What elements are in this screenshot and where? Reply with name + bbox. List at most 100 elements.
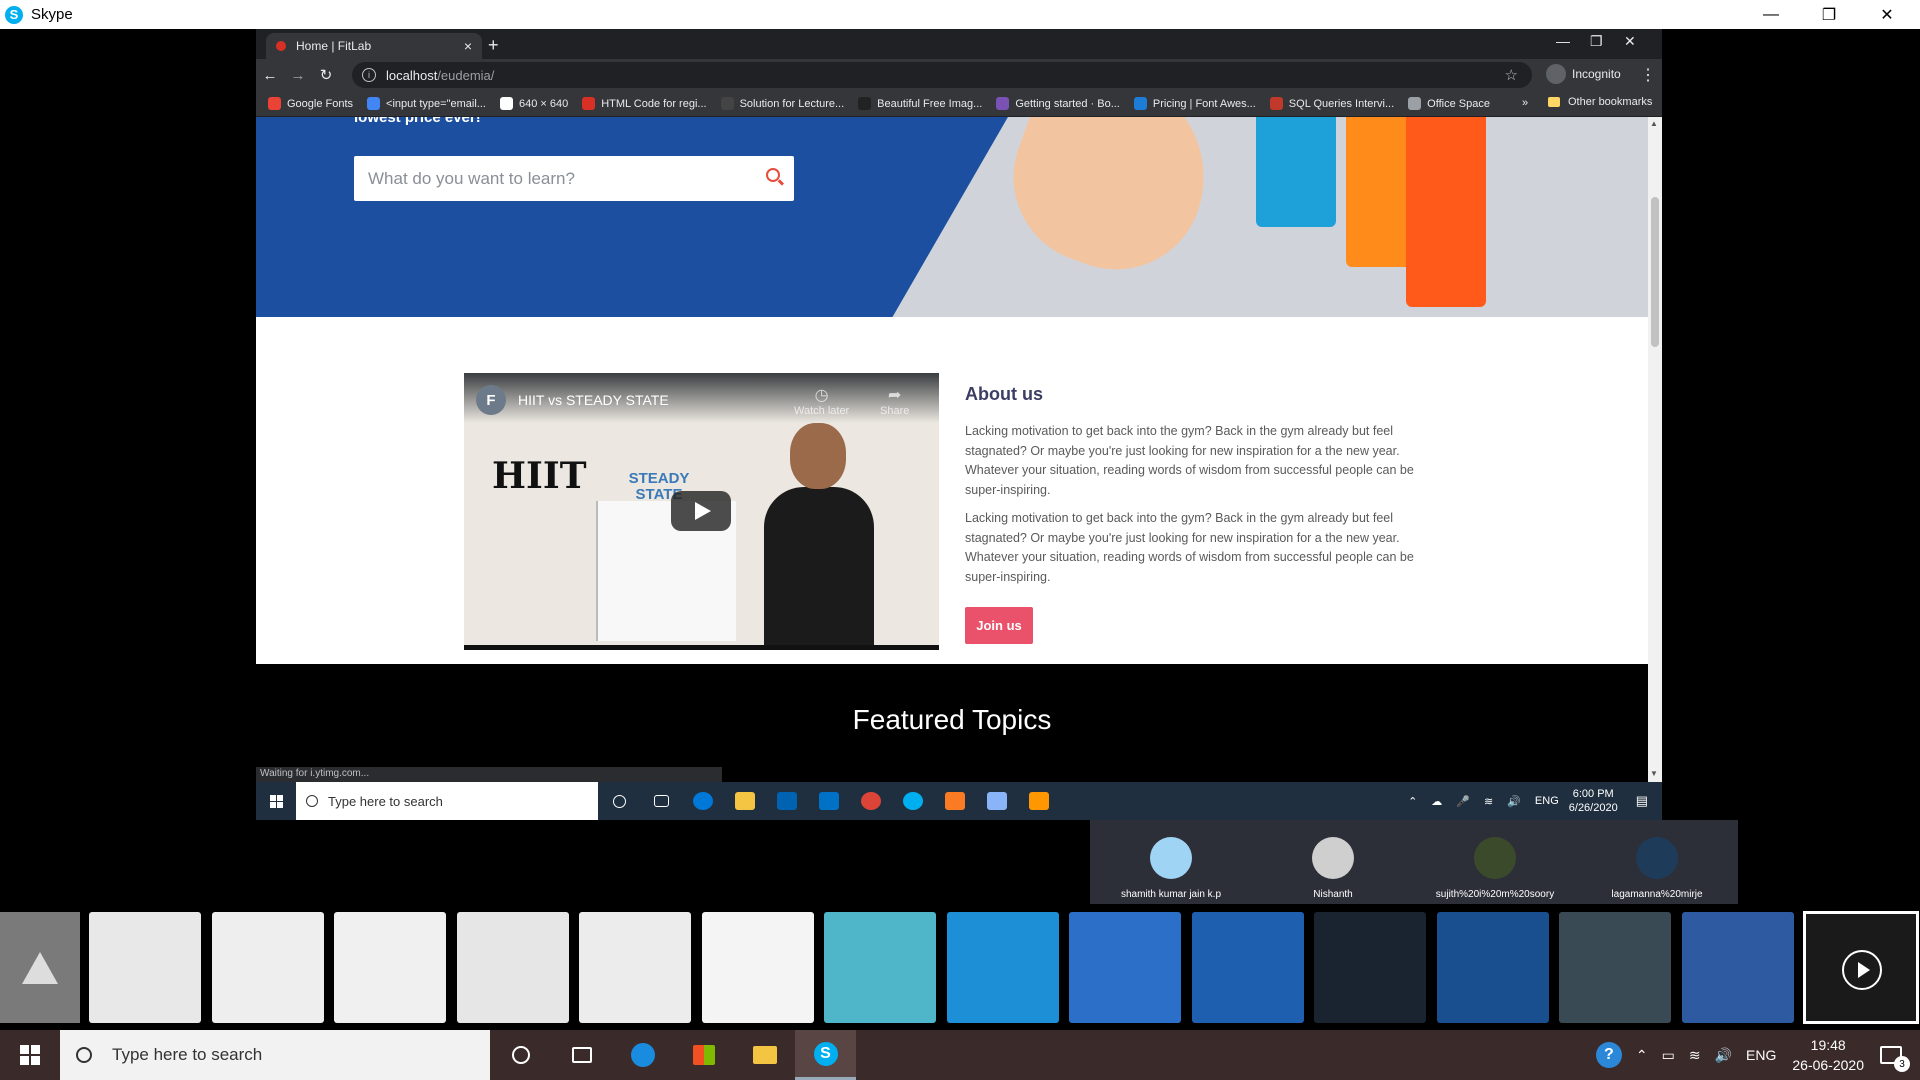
thumbnail-fitness-site[interactable]	[1559, 912, 1671, 1023]
edge-button[interactable]	[682, 782, 724, 820]
chevron-up-icon[interactable]: ⌃	[1408, 795, 1417, 808]
address-bar[interactable]: i localhost /eudemia/ ☆	[352, 62, 1532, 88]
store-button[interactable]	[766, 782, 808, 820]
notification-icon[interactable]: ▤	[1636, 793, 1648, 809]
page-scrollbar[interactable]: ▲ ▼	[1648, 117, 1662, 782]
bookmark-item[interactable]: 640 × 640	[499, 97, 568, 110]
shared-start-icon[interactable]	[256, 782, 296, 820]
restore-button[interactable]: ❐	[1800, 0, 1858, 29]
task-view-button[interactable]	[551, 1030, 612, 1080]
share-button[interactable]: ➦ Share	[880, 385, 909, 417]
xampp-button[interactable]	[934, 782, 976, 820]
participant-tile[interactable]: Nishanth	[1252, 820, 1414, 904]
action-center-icon[interactable]: 3	[1880, 1046, 1910, 1072]
bookmark-item[interactable]: Getting started · Bo...	[996, 97, 1120, 110]
minimize-button[interactable]: —	[1742, 0, 1800, 29]
window-title: Skype	[31, 6, 73, 23]
thumbnail-wireframe-form[interactable]	[456, 912, 569, 1023]
kebab-menu-icon[interactable]: ⋮	[1640, 65, 1656, 85]
cortana-button[interactable]	[490, 1030, 551, 1080]
scroll-thumb[interactable]	[1651, 197, 1659, 347]
volume-icon[interactable]: 🔊	[1507, 795, 1521, 808]
chevron-up-icon[interactable]: ⌃	[1636, 1047, 1648, 1064]
shared-language[interactable]: ENG	[1535, 795, 1559, 807]
bookmark-item[interactable]: Office Space	[1408, 97, 1490, 110]
volume-icon[interactable]: 🔊	[1715, 1047, 1732, 1064]
bookmarks-more-icon[interactable]: »	[1522, 97, 1528, 109]
browser-close-button[interactable]: ✕	[1624, 33, 1636, 50]
notepad-button[interactable]	[976, 782, 1018, 820]
warning-thumbnail[interactable]	[0, 912, 80, 1023]
battery-icon[interactable]: ▭	[1662, 1047, 1675, 1064]
shared-search-box[interactable]: Type here to search	[296, 782, 598, 820]
scroll-up-icon[interactable]: ▲	[1650, 119, 1658, 128]
back-arrow-icon[interactable]: ←	[256, 67, 284, 84]
skype-taskbar-button[interactable]: S	[795, 1030, 856, 1080]
shared-clock[interactable]: 6:00 PM 6/26/2020	[1569, 787, 1618, 815]
tab-close-icon[interactable]: ×	[464, 38, 472, 54]
channel-avatar[interactable]: F	[476, 385, 506, 415]
browser-restore-button[interactable]: ❐	[1590, 33, 1603, 50]
browser-tab-active[interactable]: Home | FitLab ×	[266, 33, 482, 59]
thumbnail-registration-form[interactable]	[701, 912, 814, 1023]
task-view-button[interactable]	[640, 782, 682, 820]
help-icon[interactable]: ?	[1595, 1042, 1622, 1068]
thumbnail-document[interactable]	[89, 912, 201, 1023]
edge-button[interactable]	[612, 1030, 673, 1080]
language-indicator[interactable]: ENG	[1746, 1047, 1776, 1063]
mail-button[interactable]	[808, 782, 850, 820]
thumbnail-find-topics[interactable]	[1191, 912, 1304, 1023]
bookmark-item[interactable]: HTML Code for regi...	[582, 97, 707, 110]
thumbnail-table-doc[interactable]	[334, 912, 446, 1023]
forward-arrow-icon[interactable]: →	[284, 67, 312, 84]
bookmark-item[interactable]: SQL Queries Intervi...	[1269, 97, 1394, 110]
microphone-icon[interactable]: 🎤	[1456, 795, 1470, 808]
thumbnail-wireframe-login[interactable]	[579, 912, 691, 1023]
sublime-button[interactable]	[1018, 782, 1060, 820]
thumbnail-dark-menu[interactable]	[1314, 912, 1426, 1023]
thumbnail-blue-login[interactable]	[946, 912, 1059, 1023]
bookmark-item[interactable]: Solution for Lecture...	[720, 97, 844, 110]
onedrive-icon[interactable]: ☁	[1431, 795, 1442, 808]
clock[interactable]: 19:48 26-06-2020	[1792, 1035, 1864, 1075]
incognito-indicator[interactable]: Incognito	[1546, 64, 1621, 84]
bookmark-item[interactable]: Google Fonts	[268, 97, 353, 110]
new-tab-button[interactable]: +	[488, 35, 499, 56]
bookmark-star-icon[interactable]: ☆	[1505, 66, 1518, 84]
chrome-button[interactable]	[850, 782, 892, 820]
info-icon[interactable]: i	[362, 68, 376, 82]
close-button[interactable]: ✕	[1858, 0, 1916, 29]
bookmark-item[interactable]: <input type="email...	[367, 97, 486, 110]
join-us-button[interactable]: Join us	[965, 607, 1033, 644]
reload-icon[interactable]: ↻	[312, 66, 340, 84]
file-explorer-button[interactable]	[724, 782, 766, 820]
wifi-icon[interactable]: ≋	[1689, 1047, 1701, 1064]
start-icon[interactable]	[0, 1030, 60, 1080]
play-thumbnail[interactable]	[1803, 911, 1919, 1024]
participant-tile[interactable]: lagamanna%20mirje	[1576, 820, 1738, 904]
thumbnail-welcome-back[interactable]	[1069, 912, 1181, 1023]
youtube-video[interactable]: HIIT STEADY STATE F HIIT vs STEADY STATE…	[464, 373, 939, 650]
scroll-down-icon[interactable]: ▼	[1650, 769, 1658, 778]
video-title[interactable]: HIIT vs STEADY STATE	[518, 392, 669, 408]
thumbnail-blue-menu[interactable]	[1436, 912, 1549, 1023]
thumbnail-gantt-chart[interactable]	[211, 912, 324, 1023]
watch-later-button[interactable]: ◷ Watch later	[794, 385, 849, 417]
search-input[interactable]: What do you want to learn?	[354, 156, 794, 201]
thumbnail-fitlab-site[interactable]	[1681, 912, 1794, 1023]
participant-tile[interactable]: sujith%20i%20m%20soory	[1414, 820, 1576, 904]
file-explorer-button[interactable]	[734, 1030, 795, 1080]
bookmark-item[interactable]: Beautiful Free Imag...	[858, 97, 982, 110]
cortana-button[interactable]	[598, 782, 640, 820]
browser-minimize-button[interactable]: —	[1556, 33, 1570, 49]
thumbnail-teal-login[interactable]	[824, 912, 936, 1023]
search-icon[interactable]	[766, 168, 780, 182]
taskbar-search-box[interactable]: Type here to search	[60, 1030, 490, 1080]
other-bookmarks[interactable]: Other bookmarks	[1548, 96, 1652, 108]
bookmark-item[interactable]: Pricing | Font Awes...	[1133, 97, 1256, 110]
wifi-icon[interactable]: ≋	[1484, 795, 1493, 808]
skype-button[interactable]	[892, 782, 934, 820]
participant-tile[interactable]: shamith kumar jain k.p	[1090, 820, 1252, 904]
store-button[interactable]	[673, 1030, 734, 1080]
play-icon[interactable]	[671, 491, 731, 531]
